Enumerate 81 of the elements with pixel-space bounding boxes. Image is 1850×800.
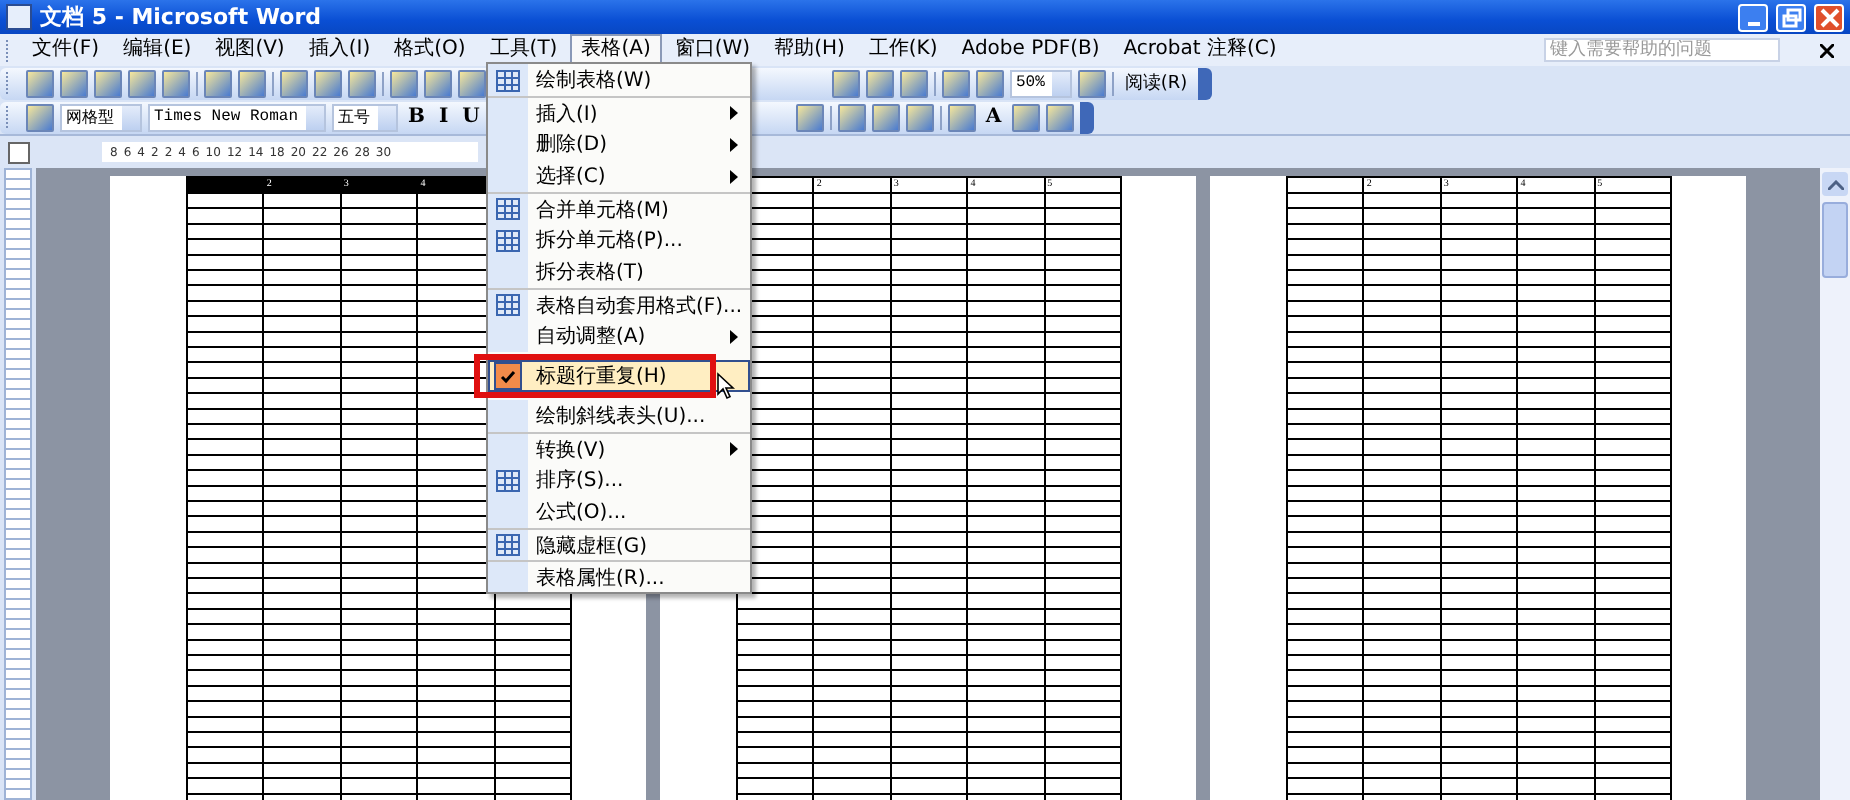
menu-item[interactable]: 帮助(H) (762, 34, 857, 66)
toolbar-button-icon[interactable] (947, 103, 976, 131)
toolbar-button-icon[interactable] (905, 103, 934, 131)
toolbar-button-icon[interactable] (795, 103, 824, 131)
toolbar-button-icon[interactable] (94, 69, 122, 97)
format-button[interactable]: U (458, 103, 484, 131)
submenu-arrow-icon (730, 329, 738, 343)
toolbar-button-icon[interactable] (866, 69, 894, 97)
menu-item[interactable]: 隐藏虚框(G) (488, 528, 750, 560)
submenu-arrow-icon (730, 442, 738, 456)
toolbar-button-icon[interactable] (128, 69, 156, 97)
dropdown-field[interactable]: 网格型 (60, 103, 142, 131)
close-icon (1819, 7, 1839, 27)
toolbar-button-icon[interactable] (162, 69, 190, 97)
read-button[interactable]: 阅读(R) (1120, 69, 1192, 97)
menu-item[interactable]: Acrobat 注释(C) (1111, 34, 1289, 66)
restore-button[interactable] (1776, 3, 1806, 31)
toolbar-button-icon[interactable] (837, 103, 866, 131)
window-title: 文档 5 - Microsoft Word (40, 2, 322, 32)
menu-item[interactable]: 标题行重复(H) (488, 360, 750, 392)
grid-icon (496, 534, 520, 556)
grid-icon (496, 69, 520, 91)
dropdown-field[interactable]: 五号 (332, 103, 399, 131)
toolbar-button-icon[interactable] (832, 69, 860, 97)
format-button[interactable]: I (434, 103, 453, 131)
dropdown-field[interactable]: 50% (1010, 69, 1073, 97)
submenu-arrow-icon (730, 137, 738, 151)
menu-item[interactable]: 合并单元格(M) (488, 192, 750, 224)
toolbar-button-icon[interactable] (60, 69, 88, 97)
toolbar-button-icon[interactable] (26, 69, 54, 97)
menu-item[interactable]: 插入(I) (296, 34, 383, 66)
menu-item[interactable]: 文件(F) (20, 34, 112, 66)
toolbar-button-icon[interactable] (204, 69, 232, 97)
toolbar-button-icon[interactable] (871, 103, 900, 131)
vertical-scrollbar[interactable] (1820, 168, 1850, 800)
format-button[interactable]: B (404, 103, 429, 131)
toolbar-button-icon[interactable] (1045, 103, 1074, 131)
dropdown-field[interactable]: Times New Roman (148, 103, 327, 131)
grid-icon (496, 198, 520, 220)
menu-item[interactable]: 编辑(E) (111, 34, 204, 66)
tab-selector[interactable] (8, 141, 30, 163)
minimize-button[interactable] (1738, 3, 1768, 31)
menu-item[interactable]: 视图(V) (203, 34, 297, 66)
close-icon[interactable] (1820, 43, 1834, 57)
grid-icon (496, 229, 520, 251)
submenu-arrow-icon (730, 169, 738, 183)
toolbar-button-icon[interactable] (390, 69, 418, 97)
toolbar-button-icon[interactable] (942, 69, 970, 97)
document-icon (6, 4, 32, 30)
toolbar-button-icon[interactable] (348, 69, 376, 97)
close-button[interactable] (1814, 3, 1844, 31)
mouse-pointer-icon (716, 372, 736, 400)
menu-item[interactable]: Adobe PDF(B) (949, 34, 1112, 66)
menu-item[interactable]: 工作(K) (856, 34, 950, 66)
format-button[interactable]: A (981, 103, 1006, 131)
toolbar-button-icon[interactable] (1011, 103, 1040, 131)
menu-item[interactable]: 窗口(W) (662, 34, 763, 66)
menu-item[interactable]: 格式(O) (382, 34, 478, 66)
toolbar-button-icon[interactable] (238, 69, 266, 97)
minimize-icon (1747, 21, 1759, 25)
grid-icon (496, 294, 520, 316)
toolbar-options-icon[interactable] (1197, 67, 1212, 99)
menu-item[interactable]: 工具(T) (477, 34, 570, 66)
submenu-arrow-icon (730, 106, 738, 120)
menu-item[interactable]: 插入(I) (488, 96, 750, 128)
menu-item[interactable]: 表格属性(R)... (488, 560, 750, 592)
toolbar-button-icon[interactable] (458, 69, 486, 97)
menu-item[interactable]: 转换(V) (488, 432, 750, 464)
scroll-up-icon[interactable] (1822, 172, 1848, 196)
menu-item[interactable]: 表格自动套用格式(F)... (488, 288, 750, 320)
toolbar-button-icon[interactable] (314, 69, 342, 97)
toolbar-button-icon[interactable] (976, 69, 1004, 97)
toolbar-button-icon[interactable] (280, 69, 308, 97)
restore-icon (1781, 7, 1801, 27)
scrollbar-thumb[interactable] (1822, 202, 1848, 278)
toolbar-options-icon[interactable] (1079, 101, 1094, 133)
grid-icon (496, 469, 520, 491)
toolbar-button-icon[interactable] (26, 103, 54, 131)
toolbar-button-icon[interactable] (1078, 69, 1107, 97)
toolbar-button-icon[interactable] (900, 69, 928, 97)
toolbar-button-icon[interactable] (424, 69, 452, 97)
